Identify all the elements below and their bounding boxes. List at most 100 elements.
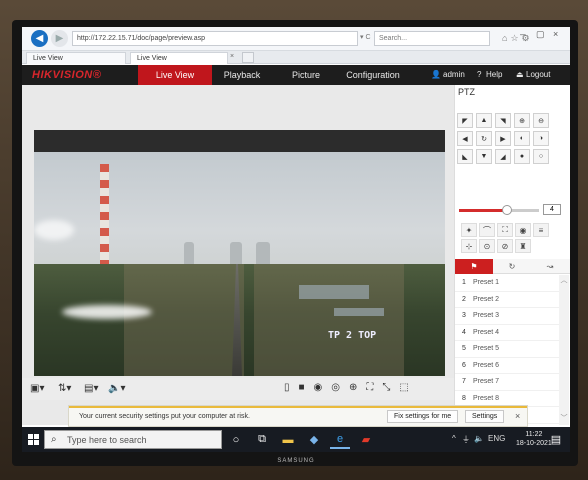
tab-label: Live View: [137, 55, 167, 62]
preset-item[interactable]: 6 Preset 6: [455, 358, 559, 374]
embankment-left: [124, 264, 244, 376]
clock-time: 11:22: [525, 431, 543, 438]
preset-label: Preset 8: [473, 394, 500, 402]
file-explorer-icon[interactable]: ▬: [278, 430, 298, 449]
pan-right-button[interactable]: ▶: [495, 131, 511, 146]
preset-number: 5: [462, 345, 466, 353]
windows-start-icon[interactable]: [28, 434, 39, 445]
tray-chevron-icon[interactable]: ^: [452, 434, 456, 443]
preset-item[interactable]: 4 Preset 4: [455, 325, 559, 341]
screen-glare: [62, 305, 152, 319]
logout-link[interactable]: Logout: [526, 70, 550, 79]
browser-search-input[interactable]: Search...: [374, 31, 490, 46]
notification-stripe: [69, 406, 527, 408]
fix-settings-button[interactable]: Fix settings for me: [387, 410, 459, 423]
scroll-down-icon[interactable]: ﹀: [559, 413, 569, 423]
tab-playback[interactable]: Playback: [212, 65, 272, 85]
ptz-function-buttons: ✦ ⌒ ⛶ ◉ ≡ ⊹ ⊙ ⊘ ♜: [461, 223, 549, 253]
window-layout-icon[interactable]: ▣▾: [30, 383, 44, 394]
initialize-lens-icon[interactable]: ◉: [515, 223, 531, 237]
plugin-icon[interactable]: ▤▾: [84, 383, 98, 394]
pan-up-left-button[interactable]: ◤: [457, 113, 473, 128]
auto-scan-icon[interactable]: ↻: [476, 131, 492, 146]
ptz-speed-knob[interactable]: [502, 205, 512, 215]
pan-down-left-button[interactable]: ◣: [457, 149, 473, 164]
pdf-app-icon[interactable]: ▰: [356, 430, 376, 449]
preset-label: Preset 4: [473, 328, 500, 336]
zoom-in-icon[interactable]: ⊕: [514, 113, 530, 128]
maximize-button[interactable]: ▢: [536, 29, 545, 40]
preset-number: 6: [462, 361, 466, 369]
light-icon[interactable]: ✦: [461, 223, 477, 237]
notifications-icon[interactable]: ▤: [548, 430, 564, 449]
tab-close-button[interactable]: ×: [230, 53, 234, 60]
3d-zoom-icon[interactable]: ⊙: [479, 239, 495, 253]
manual-track-icon[interactable]: ⊹: [461, 239, 477, 253]
pattern-tab-icon[interactable]: ↝: [531, 259, 569, 274]
settings-button[interactable]: Settings: [465, 410, 505, 423]
preset-number: 4: [462, 328, 466, 336]
video-title-bar: [34, 130, 445, 152]
focus-far-icon[interactable]: ◑: [533, 131, 549, 146]
ptz-direction-pad: ◤ ▲ ◥ ⊕ ⊖ ◀ ↻ ▶ ◐ ◑ ◣ ▼ ◢ ● ○: [457, 113, 567, 164]
minimize-button[interactable]: –: [520, 29, 525, 39]
pan-up-button[interactable]: ▲: [476, 113, 492, 128]
tab-live-view[interactable]: Live View: [138, 65, 212, 85]
back-button[interactable]: ◀: [31, 30, 48, 47]
user-name[interactable]: admin: [443, 70, 465, 79]
browser-tab-2[interactable]: Live View: [130, 52, 228, 64]
tab-picture[interactable]: Picture: [278, 65, 334, 85]
iris-open-icon[interactable]: ●: [514, 149, 530, 164]
focus-icon[interactable]: ⛶: [497, 223, 513, 237]
language-indicator[interactable]: ENG: [488, 434, 505, 443]
tab-configuration[interactable]: Configuration: [334, 65, 412, 85]
zoom-out-icon[interactable]: ⊖: [533, 113, 549, 128]
stream-type-icon[interactable]: ⇅▾: [58, 383, 71, 394]
screen: ◀ ▶ http://172.22.15.71/doc/page/preview…: [22, 27, 570, 452]
iris-close-icon[interactable]: ○: [533, 149, 549, 164]
cortana-icon[interactable]: ○: [226, 430, 246, 449]
chimney-structure: [100, 164, 109, 264]
taskbar-clock[interactable]: 11:22 18-10-2021: [516, 430, 552, 448]
pan-down-right-button[interactable]: ◢: [495, 149, 511, 164]
preset-item[interactable]: 7 Preset 7: [455, 374, 559, 391]
menu-icon[interactable]: ≡: [533, 223, 549, 237]
preset-item[interactable]: 2 Preset 2: [455, 292, 559, 308]
pan-up-right-button[interactable]: ◥: [495, 113, 511, 128]
address-bar[interactable]: http://172.22.15.71/doc/page/preview.asp: [72, 31, 358, 46]
pan-left-button[interactable]: ◀: [457, 131, 473, 146]
new-tab-button[interactable]: [242, 52, 254, 63]
forward-button[interactable]: ▶: [51, 30, 68, 47]
audio-icon[interactable]: 🔈▾: [108, 383, 125, 394]
help-link[interactable]: Help: [486, 70, 502, 79]
monitor-brand: SAMSUNG: [277, 458, 315, 464]
preset-item[interactable]: 1 Preset 1: [455, 275, 559, 292]
scroll-up-icon[interactable]: ︿: [559, 275, 569, 285]
close-window-button[interactable]: ×: [553, 29, 558, 39]
park-icon[interactable]: ⊘: [497, 239, 513, 253]
patrol-tab-icon[interactable]: ↻: [493, 259, 531, 274]
one-touch-icon[interactable]: ♜: [515, 239, 531, 253]
ptz-speed-slider[interactable]: [459, 205, 539, 215]
cooling-tower: [256, 242, 270, 264]
browser-tab-strip: Live View Live View ×: [22, 51, 570, 64]
wiper-icon[interactable]: ⌒: [479, 223, 495, 237]
pan-down-button[interactable]: ▼: [476, 149, 492, 164]
network-icon[interactable]: ⏚: [462, 434, 470, 445]
close-notification-button[interactable]: ×: [515, 411, 520, 421]
preset-item[interactable]: 5 Preset 5: [455, 341, 559, 358]
focus-near-icon[interactable]: ◐: [514, 131, 530, 146]
preset-item[interactable]: 3 Preset 3: [455, 308, 559, 325]
preset-scrollbar[interactable]: ︿ ﹀: [559, 275, 569, 425]
playback-controls[interactable]: ▯■◉◎⊕⛶⤡⬚: [284, 382, 418, 393]
internet-explorer-icon[interactable]: e: [330, 430, 350, 449]
taskbar-search-input[interactable]: ⌕ Type here to search: [44, 430, 222, 449]
task-view-icon[interactable]: ⧉: [252, 430, 272, 449]
preset-list: 1 Preset 1 2 Preset 2 3 Preset 3 4 Preset 4 5 Pre…: [455, 275, 559, 424]
address-controls[interactable]: ▾ C: [360, 33, 371, 41]
browser-tab-1[interactable]: Live View: [26, 52, 126, 64]
store-icon[interactable]: ◆: [304, 430, 324, 449]
preset-tab-flag-icon[interactable]: ⚑: [455, 259, 493, 274]
volume-icon[interactable]: 🔈: [474, 434, 484, 443]
video-feed[interactable]: TP 2 TOP: [34, 130, 445, 376]
